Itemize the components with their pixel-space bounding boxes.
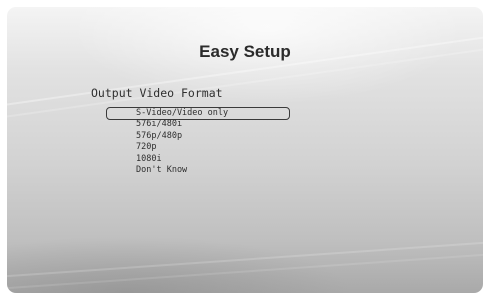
background-streak (7, 25, 483, 111)
page-title: Easy Setup (199, 42, 291, 61)
option-1080i[interactable]: 1080i (106, 154, 228, 165)
setup-screen: Easy Setup Output Video Format S-Video/V… (7, 7, 483, 293)
option-576p-480p[interactable]: 576p/480p (106, 131, 228, 142)
option-svideo-video-only[interactable]: S-Video/Video only (106, 106, 291, 121)
option-dont-know[interactable]: Don't Know (106, 165, 228, 176)
option-720p[interactable]: 720p (106, 142, 228, 153)
option-576i-480i[interactable]: 576i/480i (106, 119, 228, 130)
section-label: Output Video Format (91, 86, 223, 100)
video-format-list: S-Video/Video only 576i/480i 576p/480p 7… (106, 106, 291, 176)
